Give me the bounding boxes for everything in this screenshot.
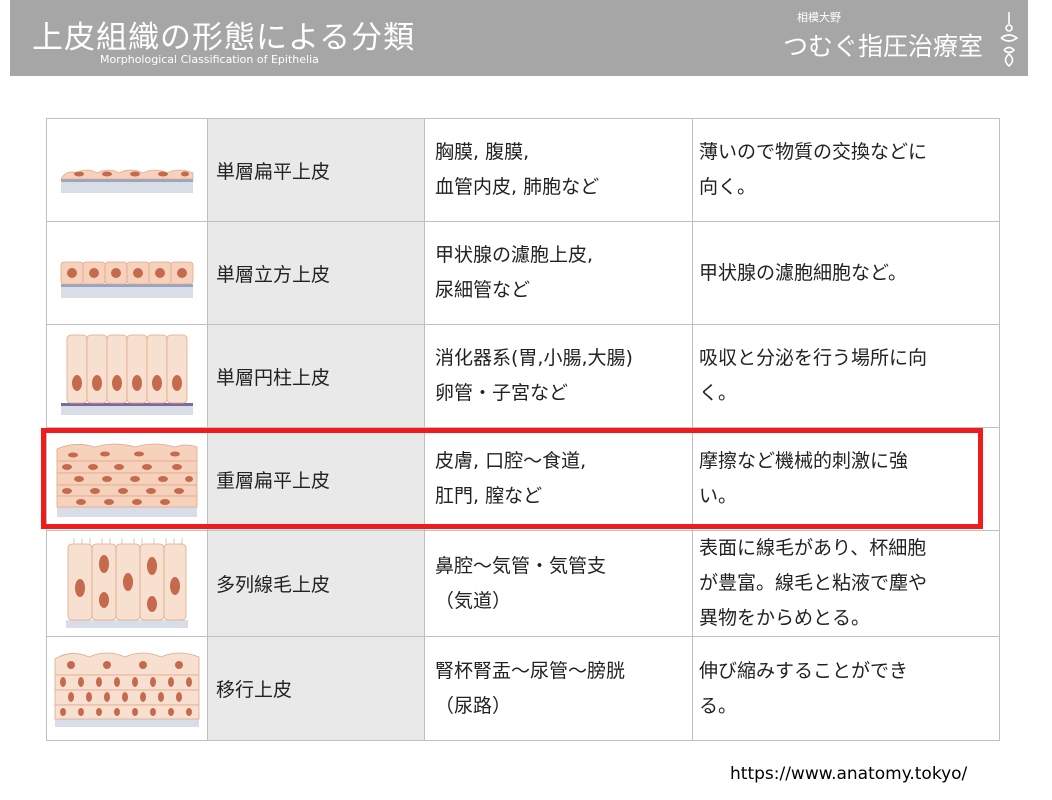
epithelia-table: 単層扁平上皮 胸膜, 腹膜, 血管内皮, 肺胞など 薄いので物質の交換などに 向…: [46, 118, 1000, 741]
epithelium-name: 単層円柱上皮: [207, 324, 425, 428]
header-banner: 上皮組織の形態による分類 Morphological Classificatio…: [10, 0, 1028, 76]
epithelium-name: 移行上皮: [207, 636, 425, 741]
transitional-illustration: [54, 652, 200, 727]
epithelium-locations: 鼻腔～気管・気管支 （気道）: [424, 530, 693, 637]
epithelium-locations: 胸膜, 腹膜, 血管内皮, 肺胞など: [424, 118, 693, 222]
brand-location: 相模大野: [797, 11, 841, 24]
epithelium-locations: 甲状腺の濾胞上皮, 尿細管など: [424, 221, 693, 325]
brand-name: つむぐ指圧治療室: [783, 32, 984, 61]
source-url: https://www.anatomy.tokyo/: [730, 764, 968, 784]
epithelium-function: 伸び縮みすることができ る。: [692, 636, 1000, 741]
illustration-cell: [46, 636, 208, 741]
epithelium-function: 吸収と分泌を行う場所に向 く。: [692, 324, 1000, 428]
epithelium-function: 甲状腺の濾胞細胞など。: [692, 221, 1000, 325]
epithelium-locations: 消化器系(胃,小腸,大腸) 卵管・子宮など: [424, 324, 693, 428]
epithelium-name: 重層扁平上皮: [207, 427, 425, 531]
table-row: 多列線毛上皮 鼻腔～気管・気管支 （気道） 表面に線毛があり、杯細胞 が豊富。線…: [46, 530, 1000, 637]
simple-cuboidal-illustration: [60, 261, 194, 298]
table-row: 重層扁平上皮 皮膚, 口腔～食道, 肛門, 膣など 摩擦など機械的刺激に強 い。: [46, 427, 1000, 531]
table-row: 移行上皮 腎杯腎盂～尿管～膀胱 （尿路） 伸び縮みすることができ る。: [46, 636, 1000, 741]
illustration-cell: [46, 427, 208, 531]
epithelium-function: 薄いので物質の交換などに 向く。: [692, 118, 1000, 222]
pseudostratified-ciliated-illustration: [66, 537, 188, 628]
epithelium-name: 単層扁平上皮: [207, 118, 425, 222]
table-row: 単層扁平上皮 胸膜, 腹膜, 血管内皮, 肺胞など 薄いので物質の交換などに 向…: [46, 118, 1000, 222]
epithelium-function: 摩擦など機械的刺激に強 い。: [692, 427, 1000, 531]
illustration-cell: [46, 221, 208, 325]
epithelium-locations: 皮膚, 口腔～食道, 肛門, 膣など: [424, 427, 693, 531]
epithelium-function: 表面に線毛があり、杯細胞 が豊富。線毛と粘液で塵や 異物をからめとる。: [692, 530, 1000, 637]
epithelium-name: 単層立方上皮: [207, 221, 425, 325]
page-title: 上皮組織の形態による分類: [32, 20, 416, 56]
table-row: 単層円柱上皮 消化器系(胃,小腸,大腸) 卵管・子宮など 吸収と分泌を行う場所に…: [46, 324, 1000, 428]
illustration-cell: [46, 118, 208, 222]
stratified-squamous-illustration: [56, 443, 198, 517]
epithelium-locations: 腎杯腎盂～尿管～膀胱 （尿路）: [424, 636, 693, 741]
simple-columnar-illustration: [61, 334, 193, 415]
epithelium-name: 多列線毛上皮: [207, 530, 425, 637]
brand-logo-icon: [1000, 12, 1019, 68]
illustration-cell: [46, 530, 208, 637]
simple-squamous-illustration: [60, 169, 194, 193]
illustration-cell: [46, 324, 208, 428]
page-subtitle: Morphological Classification of Epitheli…: [100, 53, 319, 66]
table-row: 単層立方上皮 甲状腺の濾胞上皮, 尿細管など 甲状腺の濾胞細胞など。: [46, 221, 1000, 325]
